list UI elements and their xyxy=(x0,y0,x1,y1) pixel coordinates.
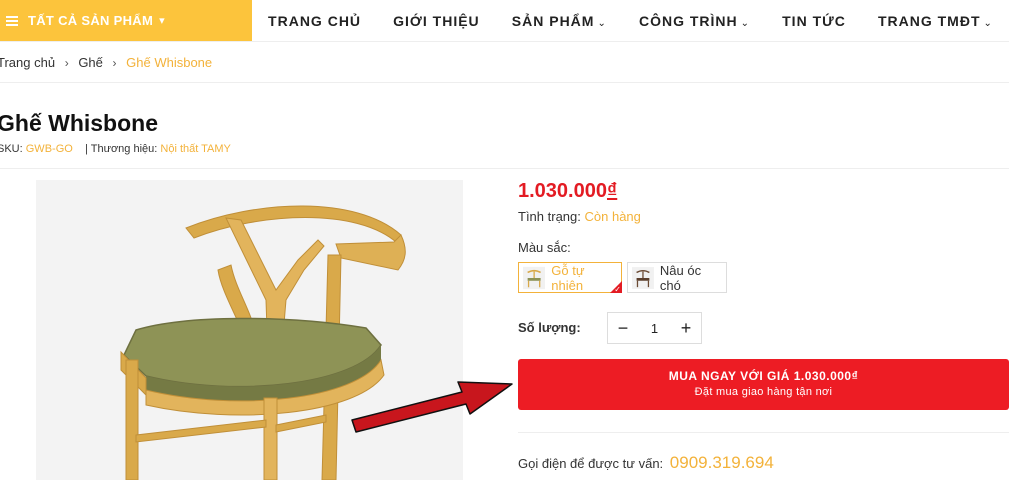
nav-item-projects[interactable]: CÔNG TRÌNH ⌄ xyxy=(639,13,750,29)
call-label: Gọi điện để được tư vấn: xyxy=(518,456,664,471)
buy-now-button[interactable]: MUA NGAY VỚI GIÁ 1.030.000₫ Đặt mua giao… xyxy=(518,359,1009,410)
divider xyxy=(518,432,1009,433)
chevron-right-icon: › xyxy=(64,56,69,70)
menu-icon xyxy=(6,14,18,28)
divider xyxy=(0,82,1009,83)
chevron-down-icon: ⌄ xyxy=(597,17,607,29)
nav-label: SẢN PHẨM xyxy=(511,12,595,29)
nav-label: TRANG CHỦ xyxy=(268,12,362,29)
price-currency: ₫ xyxy=(606,180,618,202)
chevron-right-icon: › xyxy=(112,56,117,70)
nav-item-about[interactable]: GIỚI THIỆU xyxy=(393,13,480,29)
breadcrumb: Trang chủ › Ghế › Ghế Whisbone xyxy=(0,55,212,70)
phone-link[interactable]: 0909.319.694 xyxy=(670,453,774,472)
all-categories-button[interactable]: TẤT CẢ SẢN PHẨM ▾ xyxy=(0,0,252,41)
color-option-walnut[interactable]: Nâu óc chó xyxy=(627,262,727,293)
minus-icon[interactable]: − xyxy=(608,313,638,343)
brand-label: | Thương hiệu: xyxy=(85,143,158,155)
breadcrumb-home[interactable]: Trang chủ xyxy=(0,55,55,70)
nav-label: CÔNG TRÌNH xyxy=(638,12,738,29)
buy-now-sublabel: Đặt mua giao hàng tận nơi xyxy=(694,386,833,398)
color-option-label: Nâu óc chó xyxy=(659,262,702,293)
nav-item-products[interactable]: SẢN PHẨM ⌄ xyxy=(512,13,607,29)
nav-item-home[interactable]: TRANG CHỦ xyxy=(268,13,361,29)
check-icon: ✓ xyxy=(614,285,621,294)
product-title: Ghế Whisbone xyxy=(0,110,158,136)
breadcrumb-current: Ghế Whisbone xyxy=(126,55,213,70)
color-option-natural-wood[interactable]: Gỗ tự nhiên ✓ xyxy=(518,262,622,294)
product-image[interactable] xyxy=(36,180,463,480)
sku-value: GWB-GO xyxy=(25,143,73,155)
quantity-input[interactable]: 1 xyxy=(638,321,671,336)
chair-thumbnail-icon xyxy=(632,266,654,289)
quantity-label: Số lượng: xyxy=(518,320,581,335)
status-value: Còn hàng xyxy=(584,209,641,224)
color-label: Màu sắc: xyxy=(518,240,571,255)
breadcrumb-category[interactable]: Ghế xyxy=(78,55,103,70)
divider xyxy=(0,168,1009,169)
color-option-label: Gỗ tự nhiên xyxy=(551,262,585,293)
nav-label: TRANG TMĐT xyxy=(877,12,981,29)
product-price: 1.030.000₫ xyxy=(518,180,617,203)
chair-illustration xyxy=(36,180,463,480)
top-navigation: TẤT CẢ SẢN PHẨM ▾ TRANG CHỦ GIỚI THIỆU S… xyxy=(0,0,1009,42)
nav-item-news[interactable]: TIN TỨC xyxy=(782,13,846,29)
chevron-down-icon: ⌄ xyxy=(740,17,751,29)
main-nav: TRANG CHỦ GIỚI THIỆU SẢN PHẨM ⌄ CÔNG TRÌN… xyxy=(252,0,1009,41)
product-meta: SKU: GWB-GO | Thương hiệu: Nội thất TAMY xyxy=(0,143,231,155)
call-consult: Gọi điện để được tư vấn: 0909.319.694 xyxy=(518,453,774,473)
plus-icon[interactable]: + xyxy=(671,313,701,343)
all-categories-label: TẤT CẢ SẢN PHẨM xyxy=(28,13,154,28)
chevron-down-icon: ⌄ xyxy=(983,17,993,29)
nav-label: TIN TỨC xyxy=(782,12,846,29)
stock-status: Tình trạng: Còn hàng xyxy=(518,209,641,224)
status-label: Tình trạng: xyxy=(518,209,581,224)
price-value: 1.030.000 xyxy=(518,180,607,202)
quantity-stepper: − 1 + xyxy=(607,312,702,344)
chair-thumbnail-icon xyxy=(523,266,546,289)
brand-link[interactable]: Nội thất TAMY xyxy=(160,143,231,155)
sku-label: SKU: xyxy=(0,143,23,155)
buy-now-label: MUA NGAY VỚI GIÁ 1.030.000₫ xyxy=(668,369,859,383)
nav-item-ecommerce[interactable]: TRANG TMĐT ⌄ xyxy=(878,13,993,29)
nav-label: GIỚI THIỆU xyxy=(393,12,480,29)
chevron-down-icon: ▾ xyxy=(159,15,165,27)
